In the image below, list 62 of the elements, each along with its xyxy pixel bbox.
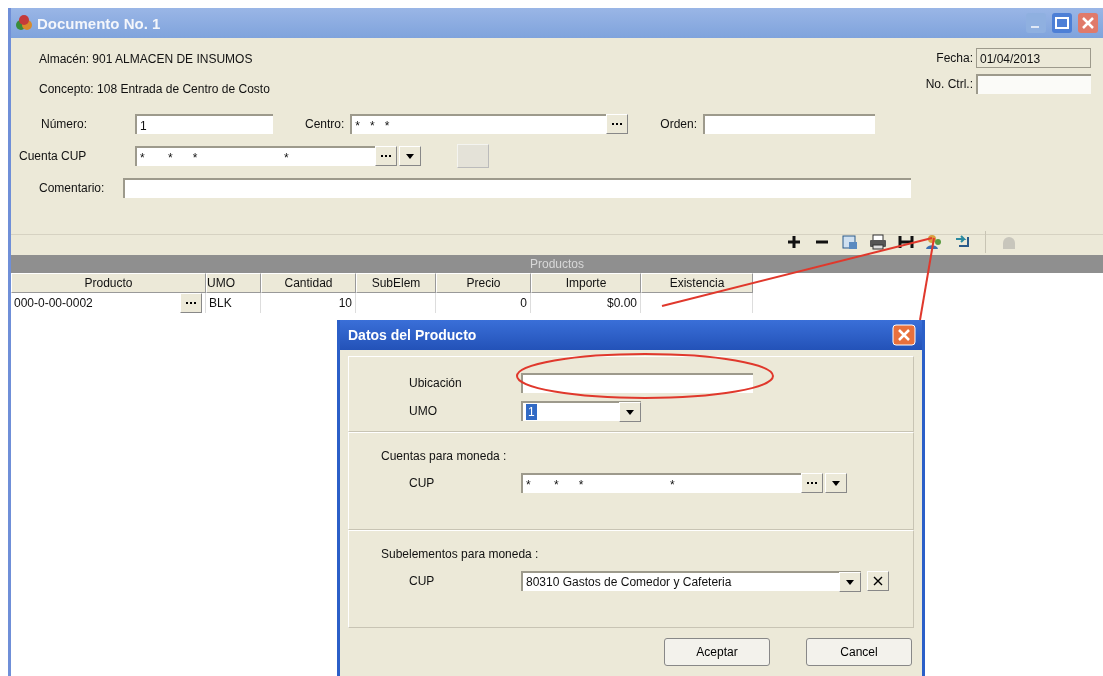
cross-icon: [873, 576, 883, 586]
caret-icon: [846, 579, 854, 585]
dropdown-button[interactable]: [399, 146, 421, 166]
column-header[interactable]: UMO: [206, 273, 261, 293]
info-text: Almacén: 901 ALMACEN DE INSUMOS: [38, 51, 254, 68]
control-number-field[interactable]: [976, 74, 1091, 94]
field-label: UMO: [408, 404, 438, 418]
column-header[interactable]: Importe: [531, 273, 641, 293]
section-title: Subelementos para moneda :: [380, 547, 540, 561]
cuenta-field[interactable]: * * * *: [135, 146, 375, 166]
ellipsis-button[interactable]: [180, 293, 202, 313]
table-cell-text: 000-0-00-0002: [14, 295, 93, 312]
close-button[interactable]: [892, 324, 916, 346]
comment-field[interactable]: [122, 178, 911, 198]
field-label: CUP: [408, 574, 436, 588]
field-label: Ubicación: [408, 376, 463, 390]
caret-icon: [626, 409, 634, 415]
account-field[interactable]: * * * *: [521, 473, 801, 493]
field-label: Centro:: [305, 117, 345, 131]
close-button[interactable]: [1077, 12, 1099, 34]
dropdown-button[interactable]: [839, 572, 861, 592]
dropdown-button[interactable]: [825, 473, 847, 493]
column-header[interactable]: Precio: [436, 273, 531, 293]
field-label: Número:: [40, 117, 88, 131]
save-icon[interactable]: [897, 233, 915, 251]
centro-field[interactable]: * * *: [350, 114, 607, 134]
column-header[interactable]: Cantidad: [261, 273, 356, 293]
dropdown-button[interactable]: [619, 402, 641, 422]
field-label: Cuenta CUP: [18, 149, 88, 163]
field-label: Orden:: [660, 117, 698, 131]
printer-icon[interactable]: [869, 233, 887, 251]
document-icon[interactable]: [841, 233, 859, 251]
subelement-combo[interactable]: 80310 Gastos de Comedor y Cafeteria: [521, 571, 861, 591]
location-field[interactable]: [521, 373, 753, 393]
ellipsis-button[interactable]: [606, 114, 629, 134]
window-title: Documento No. 1: [37, 14, 162, 32]
plus-icon[interactable]: [785, 233, 803, 251]
date-field[interactable]: 01/04/2013: [976, 48, 1091, 68]
column-header[interactable]: SubElem: [356, 273, 436, 293]
info-text: Concepto: 108 Entrada de Centro de Costo: [38, 81, 271, 98]
people-icon[interactable]: [925, 233, 943, 251]
umo-combo[interactable]: 1: [521, 401, 641, 421]
number-field[interactable]: 1: [135, 114, 273, 134]
clear-button[interactable]: [867, 571, 889, 591]
dialog-title: Datos del Producto: [348, 327, 477, 343]
field-label: CUP: [408, 476, 436, 490]
field-label: Comentario:: [38, 181, 106, 195]
dialog-button[interactable]: Cancel: [806, 638, 912, 666]
section-title: Cuentas para moneda :: [380, 449, 508, 463]
ellipsis-button[interactable]: [375, 146, 397, 166]
field-label: Fecha:: [936, 51, 973, 65]
section-title: Productos: [11, 255, 1103, 273]
circles-icon: [15, 15, 33, 31]
caret-icon: [406, 153, 414, 159]
column-header[interactable]: Producto: [11, 273, 206, 293]
column-header[interactable]: Existencia: [641, 273, 753, 293]
maximize-button[interactable]: [1051, 12, 1073, 34]
caret-icon: [832, 480, 840, 486]
dialog-button[interactable]: Aceptar: [664, 638, 770, 666]
ellipsis-button[interactable]: [801, 473, 823, 493]
field-label: No. Ctrl.:: [925, 77, 973, 91]
orden-field[interactable]: [703, 114, 876, 134]
